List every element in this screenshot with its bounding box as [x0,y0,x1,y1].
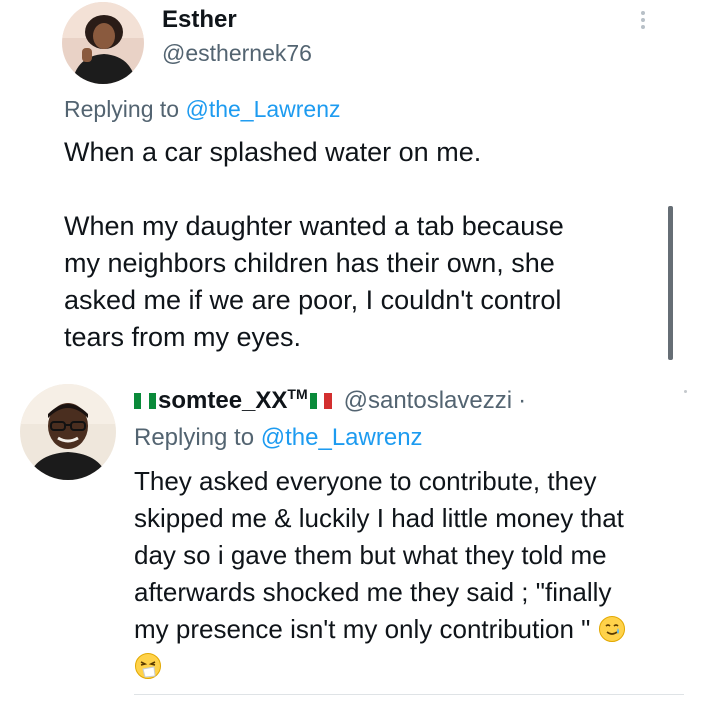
smiling-face-with-tear-icon [598,615,626,643]
separator-dot: · [518,386,527,414]
reply-author-handle[interactable]: @santoslavezzi [344,387,512,415]
author-name[interactable]: Esther [162,6,237,34]
tweet-text-line: When my daughter wanted a tab because [64,211,564,241]
nigeria-flag-icon [134,392,156,409]
tweet-text-line: When a car splashed water on me. [64,137,482,167]
italy-flag-icon [309,392,332,409]
trademark-mark: TM [287,386,308,402]
dot-decoration [684,390,687,393]
reply-author-row: somtee_XXTM @santoslavezzi · [134,386,526,415]
tweet-text-line: my neighbors children has their own, she [64,248,555,278]
tweet-divider [134,694,684,695]
replying-to-mention[interactable]: @the_Lawrenz [185,96,340,122]
sneezing-face-icon [134,652,162,680]
replying-to-prefix: Replying to [134,424,261,451]
reply-text-line: They asked everyone to contribute, they [134,466,597,496]
somtee-avatar[interactable] [20,384,116,480]
replying-to-mention[interactable]: @the_Lawrenz [261,424,423,451]
reply-text-line: my presence isn't my only contribution " [134,614,591,644]
tweet-text: When a car splashed water on me. When my… [64,134,664,356]
author-handle[interactable]: @esthernek76 [162,40,312,67]
reply-author-name-text: somtee_XX [158,387,288,414]
esther-avatar[interactable] [62,2,144,84]
reply-text-emoji-line [134,648,694,685]
reply-text-line: skipped me & luckily I had little money … [134,503,624,533]
more-vertical-icon[interactable] [636,8,650,36]
tweet-text-line: asked me if we are poor, I couldn't cont… [64,285,562,315]
tweet-text-line: tears from my eyes. [64,322,302,352]
reply-replying-to-line: Replying to @the_Lawrenz [134,424,423,452]
reply-text-line-last: my presence isn't my only contribution " [134,611,694,648]
reply-author-name[interactable]: somtee_XXTM [158,386,308,415]
reply-text-line: afterwards shocked me they said ; "final… [134,577,612,607]
reply-text: They asked everyone to contribute, they … [134,463,694,685]
replying-to-line: Replying to @the_Lawrenz [64,96,341,123]
scrollbar-thumb[interactable] [668,206,673,360]
reply-text-line: day so i gave them but what they told me [134,540,607,570]
replying-to-prefix: Replying to [64,96,186,122]
